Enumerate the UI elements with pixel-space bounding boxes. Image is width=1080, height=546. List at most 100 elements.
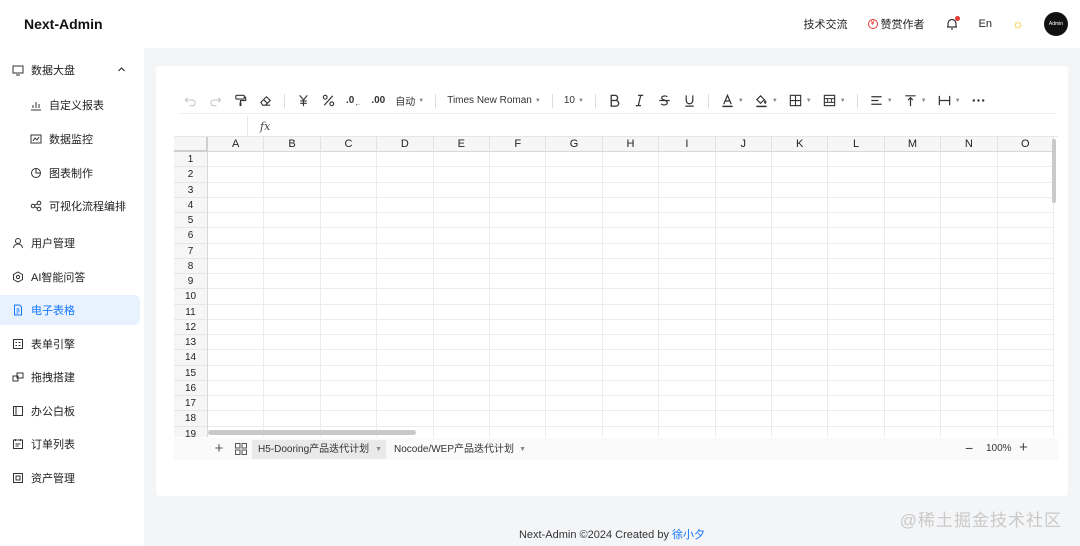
bell-icon[interactable]: [945, 16, 960, 31]
column-header[interactable]: B: [264, 137, 321, 152]
row-header[interactable]: 18: [174, 411, 208, 427]
horizontal-align-icon[interactable]: ▼: [864, 90, 898, 112]
cell-name-box[interactable]: [174, 116, 248, 136]
undo-icon[interactable]: [178, 90, 203, 112]
zoom-in-icon[interactable]: +: [1019, 439, 1028, 456]
strikethrough-icon[interactable]: [652, 90, 677, 112]
row-header[interactable]: 16: [174, 380, 208, 396]
text-color-icon[interactable]: ▼: [715, 90, 749, 112]
language-toggle[interactable]: En: [979, 18, 992, 30]
column-header[interactable]: G: [546, 137, 603, 152]
sidebar-item-users[interactable]: 用户管理: [0, 228, 140, 258]
vertical-scrollbar[interactable]: [1052, 139, 1056, 203]
sidebar-item-drag-build[interactable]: 拖拽搭建: [0, 362, 140, 392]
row-header[interactable]: 11: [174, 304, 208, 320]
drag-build-icon: [12, 371, 24, 383]
sidebar-item-form-engine[interactable]: 表单引擎: [0, 329, 140, 359]
sidebar-item-flow[interactable]: 可视化流程编排: [0, 191, 140, 221]
row-header[interactable]: 14: [174, 350, 208, 366]
sidebar-item-custom-report[interactable]: 自定义报表: [0, 90, 140, 120]
italic-icon[interactable]: [627, 90, 652, 112]
column-header[interactable]: M: [884, 137, 942, 152]
row-header[interactable]: 5: [174, 213, 208, 229]
row-header[interactable]: 2: [174, 167, 208, 183]
column-header[interactable]: F: [490, 137, 547, 152]
row-header[interactable]: 10: [174, 289, 208, 305]
row-header[interactable]: 4: [174, 197, 208, 213]
row-header[interactable]: 9: [174, 274, 208, 290]
sidebar-item-assets[interactable]: 资产管理: [0, 463, 140, 493]
more-icon[interactable]: [966, 90, 991, 112]
row-header[interactable]: 19: [174, 426, 208, 437]
row-header[interactable]: 13: [174, 335, 208, 351]
grid-line: [208, 425, 1054, 427]
format-painter-icon[interactable]: [228, 90, 253, 112]
redo-icon[interactable]: [203, 90, 228, 112]
grid-line: [208, 181, 1054, 183]
decrease-decimal-button[interactable]: .0 ←: [341, 90, 366, 112]
sidebar-item-ai[interactable]: AI智能问答: [0, 262, 140, 292]
tech-exchange-link[interactable]: 技术交流: [804, 16, 848, 32]
column-header[interactable]: C: [320, 137, 378, 152]
sidebar-item-dashboard[interactable]: 数据大盘: [0, 55, 140, 85]
row-header[interactable]: 1: [174, 152, 208, 168]
grid-line: [208, 212, 1054, 213]
percent-icon[interactable]: [316, 90, 341, 112]
sheet-tab-nocode-wep[interactable]: Nocode/WEP产品迭代计划 ▼: [388, 440, 530, 459]
chevron-down-icon[interactable]: ▼: [519, 440, 526, 459]
row-header[interactable]: 3: [174, 182, 208, 198]
column-header[interactable]: J: [715, 137, 772, 152]
sheet-file-icon: [12, 304, 24, 316]
avatar[interactable]: Admin: [1044, 12, 1068, 36]
add-sheet-icon[interactable]: +: [212, 440, 226, 457]
font-family-dropdown[interactable]: Times New Roman ▼: [442, 90, 546, 112]
flow-icon: [30, 200, 42, 212]
sidebar-item-spreadsheet[interactable]: 电子表格: [0, 295, 140, 325]
row-header[interactable]: 7: [174, 243, 208, 259]
row-header[interactable]: 6: [174, 228, 208, 244]
select-all-corner[interactable]: [174, 137, 208, 152]
sponsor-link[interactable]: ¥ 赞赏作者: [867, 16, 925, 32]
column-header[interactable]: A: [208, 137, 265, 152]
chevron-down-icon[interactable]: ▼: [375, 440, 382, 459]
fill-color-icon[interactable]: ▼: [749, 90, 783, 112]
row-header[interactable]: 8: [174, 258, 208, 274]
increase-decimal-button[interactable]: .00: [366, 90, 390, 112]
row-header[interactable]: 12: [174, 319, 208, 335]
sidebar-item-chart-making[interactable]: 图表制作: [0, 158, 140, 188]
sidebar-item-whiteboard[interactable]: 办公白板: [0, 396, 140, 426]
zoom-out-icon[interactable]: −: [965, 440, 973, 456]
column-header[interactable]: N: [941, 137, 998, 152]
toolbar-divider: [856, 93, 858, 108]
sheet-list-icon[interactable]: [234, 442, 248, 456]
column-header[interactable]: I: [659, 137, 716, 152]
currency-icon[interactable]: [291, 90, 316, 112]
row-header[interactable]: 17: [174, 396, 208, 412]
bold-icon[interactable]: [602, 90, 627, 112]
font-size-dropdown[interactable]: 10 ▼: [559, 90, 589, 112]
merge-cells-icon[interactable]: ▼: [817, 90, 851, 112]
number-format-dropdown[interactable]: 自动 ▼: [390, 90, 429, 112]
sidebar-item-orders[interactable]: 订单列表: [0, 429, 140, 459]
sponsor-label: 赞赏作者: [880, 19, 925, 31]
column-header[interactable]: O: [997, 137, 1054, 152]
eraser-icon[interactable]: [253, 90, 278, 112]
sheet-tab-h5-dooring[interactable]: H5-Dooring产品迭代计划 ▼: [252, 440, 386, 459]
sun-icon[interactable]: ☼: [1012, 17, 1026, 31]
column-header[interactable]: E: [433, 137, 490, 152]
column-header[interactable]: K: [772, 137, 829, 152]
sidebar-item-monitor[interactable]: 数据监控: [0, 124, 140, 154]
author-link[interactable]: 徐小夕: [672, 529, 705, 541]
horizontal-scrollbar[interactable]: [208, 430, 416, 435]
column-header[interactable]: D: [377, 137, 434, 152]
column-header[interactable]: H: [602, 137, 660, 152]
column-header[interactable]: L: [828, 137, 885, 152]
underline-icon[interactable]: [677, 90, 702, 112]
grid-line: [208, 242, 1054, 244]
border-icon[interactable]: ▼: [783, 90, 817, 112]
spreadsheet-grid[interactable]: A B C D E F G H I J K L M N O 1 2 3 4 5 6 7 8 9 10 11 12 13 14 15 16 17…: [174, 137, 1058, 437]
row-header[interactable]: 15: [174, 365, 208, 381]
vertical-align-icon[interactable]: ▼: [898, 90, 932, 112]
app-logo[interactable]: Next-Admin: [24, 16, 103, 32]
text-wrap-icon[interactable]: ▼: [932, 90, 966, 112]
